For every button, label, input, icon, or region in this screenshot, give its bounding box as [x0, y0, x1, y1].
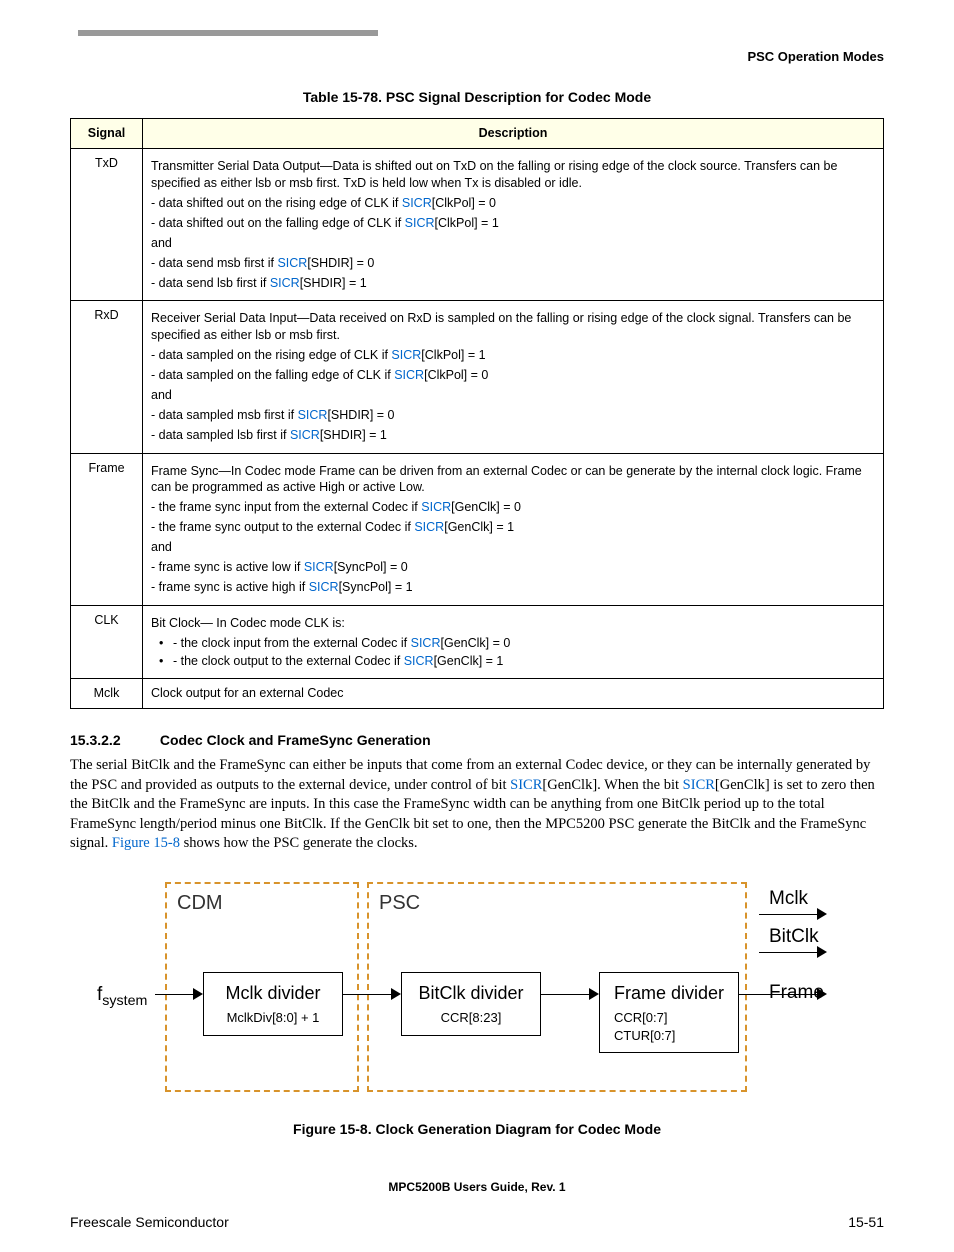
arrow-line	[759, 952, 819, 953]
desc-text: - data sampled lsb first if SICR[SHDIR] …	[151, 427, 875, 444]
frame-divider-node: Frame divider CCR[0:7] CTUR[0:7]	[599, 972, 739, 1053]
table-row: Frame Frame Sync—In Codec mode Frame can…	[71, 453, 884, 605]
desc-text: Transmitter Serial Data Output—Data is s…	[151, 158, 875, 192]
desc-text: - the frame sync output to the external …	[151, 519, 875, 536]
sicr-link[interactable]: SICR	[309, 580, 339, 594]
desc-text: - the frame sync input from the external…	[151, 499, 875, 516]
sicr-link[interactable]: SICR	[298, 408, 328, 422]
arrow-head-icon	[817, 988, 827, 1000]
figure: CDM PSC fsystem Mclk divider MclkDiv[8:0…	[70, 882, 884, 1139]
cell-desc: Bit Clock— In Codec mode CLK is: - the c…	[143, 605, 884, 679]
desc-text: - frame sync is active low if SICR[SyncP…	[151, 559, 875, 576]
mclk-divider-node: Mclk divider MclkDiv[8:0] + 1	[203, 972, 343, 1036]
node-sub: MclkDiv[8:0] + 1	[214, 1009, 332, 1027]
clock-diagram: CDM PSC fsystem Mclk divider MclkDiv[8:0…	[97, 882, 857, 1092]
desc-text: - data shifted out on the falling edge o…	[151, 215, 875, 232]
arrow-line	[759, 914, 819, 915]
desc-text: Bit Clock— In Codec mode CLK is:	[151, 615, 875, 632]
frame-output-label: Frame	[769, 980, 824, 1006]
sicr-link[interactable]: SICR	[290, 428, 320, 442]
desc-text: - data send lsb first if SICR[SHDIR] = 1	[151, 275, 875, 292]
mclk-output-label: Mclk	[769, 886, 808, 912]
sicr-link[interactable]: SICR	[683, 777, 715, 793]
node-sub: CCR[0:7]	[610, 1009, 728, 1027]
arrow-head-icon	[817, 908, 827, 920]
desc-text: and	[151, 539, 875, 556]
list-item: - the clock output to the external Codec…	[173, 653, 875, 670]
desc-text: and	[151, 235, 875, 252]
running-header: PSC Operation Modes	[70, 48, 884, 66]
footer-row: Freescale Semiconductor 15-51	[70, 1213, 884, 1232]
fsystem-label: fsystem	[97, 982, 147, 1011]
cell-desc: Clock output for an external Codec	[143, 679, 884, 709]
table-row: RxD Receiver Serial Data Input—Data rece…	[71, 301, 884, 453]
sicr-link[interactable]: SICR	[394, 368, 424, 382]
desc-text: Frame Sync—In Codec mode Frame can be dr…	[151, 463, 875, 497]
cell-signal: CLK	[71, 605, 143, 679]
desc-text: and	[151, 387, 875, 404]
figure-caption: Figure 15-8. Clock Generation Diagram fo…	[70, 1120, 884, 1139]
table-caption: Table 15-78. PSC Signal Description for …	[70, 88, 884, 107]
header-bar	[78, 30, 378, 36]
list-item: - the clock input from the external Code…	[173, 635, 875, 652]
cell-desc: Frame Sync—In Codec mode Frame can be dr…	[143, 453, 884, 605]
arrow-line	[155, 994, 195, 995]
cell-signal: Frame	[71, 453, 143, 605]
desc-text: - frame sync is active high if SICR[Sync…	[151, 579, 875, 596]
cell-signal: TxD	[71, 149, 143, 301]
sicr-link[interactable]: SICR	[404, 654, 434, 668]
sicr-link[interactable]: SICR	[277, 256, 307, 270]
sicr-link[interactable]: SICR	[270, 276, 300, 290]
section-number: 15.3.2.2	[70, 731, 156, 750]
arrow-head-icon	[193, 988, 203, 1000]
table-row: CLK Bit Clock— In Codec mode CLK is: - t…	[71, 605, 884, 679]
node-sub: CTUR[0:7]	[610, 1027, 728, 1045]
arrow-head-icon	[391, 988, 401, 1000]
sicr-link[interactable]: SICR	[414, 520, 444, 534]
section-title: Codec Clock and FrameSync Generation	[160, 732, 431, 748]
node-title: Frame divider	[610, 981, 728, 1005]
arrow-line	[541, 994, 591, 995]
th-signal: Signal	[71, 119, 143, 149]
sicr-link[interactable]: SICR	[411, 636, 441, 650]
arrow-head-icon	[589, 988, 599, 1000]
node-title: Mclk divider	[214, 981, 332, 1005]
table-row: Mclk Clock output for an external Codec	[71, 679, 884, 709]
signal-table: Signal Description TxD Transmitter Seria…	[70, 118, 884, 709]
cell-desc: Receiver Serial Data Input—Data received…	[143, 301, 884, 453]
cell-desc: Transmitter Serial Data Output—Data is s…	[143, 149, 884, 301]
node-title: BitClk divider	[412, 981, 530, 1005]
desc-text: Receiver Serial Data Input—Data received…	[151, 310, 875, 344]
figure-ref-link[interactable]: Figure 15-8	[112, 835, 180, 851]
sicr-link[interactable]: SICR	[421, 500, 451, 514]
footer-right-page: 15-51	[848, 1213, 884, 1232]
arrow-line	[739, 994, 819, 995]
desc-text: - data sampled on the falling edge of CL…	[151, 367, 875, 384]
desc-text: - data shifted out on the rising edge of…	[151, 195, 875, 212]
cdm-label: CDM	[177, 890, 223, 917]
arrow-head-icon	[817, 946, 827, 958]
cell-signal: Mclk	[71, 679, 143, 709]
section-heading: 15.3.2.2 Codec Clock and FrameSync Gener…	[70, 731, 884, 750]
bullet-list: - the clock input from the external Code…	[151, 635, 875, 671]
sicr-link[interactable]: SICR	[510, 777, 542, 793]
sicr-link[interactable]: SICR	[391, 348, 421, 362]
desc-text: - data sampled on the rising edge of CLK…	[151, 347, 875, 364]
body-paragraph: The serial BitClk and the FrameSync can …	[70, 756, 884, 854]
node-sub: CCR[8:23]	[412, 1009, 530, 1027]
psc-label: PSC	[379, 890, 420, 917]
th-description: Description	[143, 119, 884, 149]
desc-text: - data send msb first if SICR[SHDIR] = 0	[151, 255, 875, 272]
sicr-link[interactable]: SICR	[304, 560, 334, 574]
footer-left: Freescale Semiconductor	[70, 1213, 229, 1232]
footer-doc-title: MPC5200B Users Guide, Rev. 1	[70, 1179, 884, 1195]
bitclk-divider-node: BitClk divider CCR[8:23]	[401, 972, 541, 1036]
sicr-link[interactable]: SICR	[402, 196, 432, 210]
bitclk-output-label: BitClk	[769, 924, 819, 950]
cell-signal: RxD	[71, 301, 143, 453]
desc-text: - data sampled msb first if SICR[SHDIR] …	[151, 407, 875, 424]
sicr-link[interactable]: SICR	[405, 216, 435, 230]
arrow-line	[343, 994, 393, 995]
table-row: TxD Transmitter Serial Data Output—Data …	[71, 149, 884, 301]
